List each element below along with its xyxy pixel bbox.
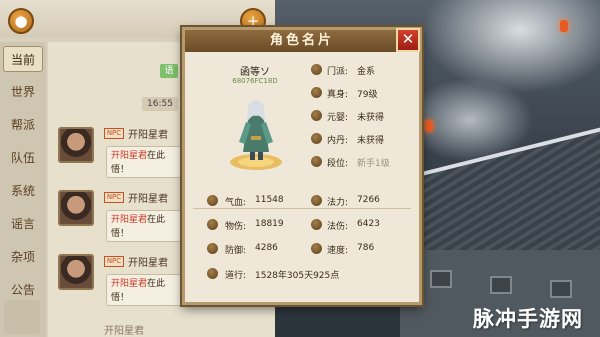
phys-attack-value: 18819 — [255, 219, 284, 229]
dialog-header: 角色名片 — [185, 30, 419, 52]
character-name: 函等ソ — [240, 67, 270, 78]
tab-faction[interactable]: 帮派 — [3, 112, 43, 138]
core-value: 未获得 — [357, 136, 385, 146]
magic-attack-value: 6423 — [357, 219, 380, 229]
spirit-value: 未获得 — [357, 113, 385, 123]
character-id: 68076FC18D — [232, 77, 278, 85]
bubble-text: 在此 — [147, 151, 166, 161]
hp-label: 气血: — [225, 198, 247, 208]
tab-rumor[interactable]: 谣言 — [3, 211, 43, 237]
close-button[interactable]: ✕ — [396, 28, 420, 52]
tab-system[interactable]: 系统 — [3, 178, 43, 204]
character-card-dialog: 角色名片 ✕ 函等ソ 68076FC18D 门派: 金系 真身: 79级 元婴:… — [182, 27, 422, 305]
highlight-name[interactable]: 开阳星君 — [111, 151, 147, 161]
level-value: 79级 — [357, 90, 378, 100]
bubble-text: 在此 — [147, 215, 166, 225]
npc-badge: NPC — [104, 128, 124, 139]
npc-name[interactable]: 开阳星君 — [128, 254, 168, 269]
speed-icon — [311, 243, 322, 254]
npc-avatar[interactable] — [58, 190, 94, 226]
tab-current[interactable]: 当前 — [3, 46, 43, 72]
voice-button[interactable]: ● — [8, 8, 34, 34]
hp-icon — [207, 195, 218, 206]
cultivation-value: 1528年305天925点 — [255, 271, 340, 281]
npc-name[interactable]: 开阳星君 — [128, 126, 168, 141]
wall-window — [550, 280, 572, 298]
site-watermark: 脉冲手游网 — [473, 307, 583, 331]
tab-misc[interactable]: 杂项 — [3, 244, 43, 270]
level-label: 真身: — [327, 90, 349, 100]
bubble-text: 悟！ — [111, 165, 130, 175]
green-tag: 语 — [160, 64, 178, 78]
dialog-title: 角色名片 — [269, 33, 334, 48]
message-timestamp: 16:55 — [142, 97, 178, 111]
speed-value: 786 — [357, 243, 375, 253]
npc-badge: NPC — [104, 192, 124, 203]
faction-value: 金系 — [357, 67, 376, 77]
cultivation-icon — [207, 268, 218, 279]
bubble-text: 悟！ — [111, 293, 130, 303]
hp-value: 11548 — [255, 195, 284, 205]
npc-name-partial: 开阳星君 — [104, 326, 144, 337]
tab-team[interactable]: 队伍 — [3, 145, 43, 171]
wall-window — [490, 276, 512, 294]
voice-input-button[interactable] — [4, 300, 40, 334]
defense-label: 防御: — [225, 246, 247, 256]
core-label: 内丹: — [327, 136, 349, 146]
level-icon — [311, 87, 322, 98]
character-portrait — [230, 100, 282, 170]
magic-attack-label: 法伤: — [327, 222, 349, 232]
speed-label: 速度: — [327, 246, 349, 256]
spirit-label: 元婴: — [327, 113, 349, 123]
faction-icon — [311, 64, 322, 75]
rank-icon — [311, 156, 322, 167]
core-icon — [311, 133, 322, 144]
bubble-text: 在此 — [147, 279, 166, 289]
lantern — [560, 20, 568, 32]
spirit-icon — [311, 110, 322, 121]
chat-channel-tabs: 当前 世界 帮派 队伍 系统 谣言 杂项 公告 — [0, 42, 46, 337]
defense-value: 4286 — [255, 243, 278, 253]
highlight-name[interactable]: 开阳星君 — [111, 215, 147, 225]
rank-label: 段位: — [327, 159, 349, 169]
cultivation-label: 道行: — [225, 271, 247, 281]
faction-label: 门派: — [327, 67, 349, 77]
wall-window — [430, 270, 452, 288]
highlight-name[interactable]: 开阳星君 — [111, 279, 147, 289]
npc-avatar[interactable] — [58, 254, 94, 290]
mana-label: 法力: — [327, 198, 349, 208]
microphone-icon: ● — [14, 12, 28, 30]
npc-avatar[interactable] — [58, 127, 94, 163]
mana-icon — [311, 195, 322, 206]
phys-attack-label: 物伤: — [225, 222, 247, 232]
mana-value: 7266 — [357, 195, 380, 205]
defense-icon — [207, 243, 218, 254]
phys-attack-icon — [207, 219, 218, 230]
close-icon: ✕ — [401, 30, 415, 48]
bubble-text: 悟！ — [111, 229, 130, 239]
tab-world[interactable]: 世界 — [3, 79, 43, 105]
npc-badge: NPC — [104, 256, 124, 267]
lantern — [425, 120, 433, 132]
rank-value: 新手1级 — [357, 159, 390, 169]
divider — [193, 208, 411, 209]
magic-attack-icon — [311, 219, 322, 230]
npc-name[interactable]: 开阳星君 — [128, 190, 168, 205]
